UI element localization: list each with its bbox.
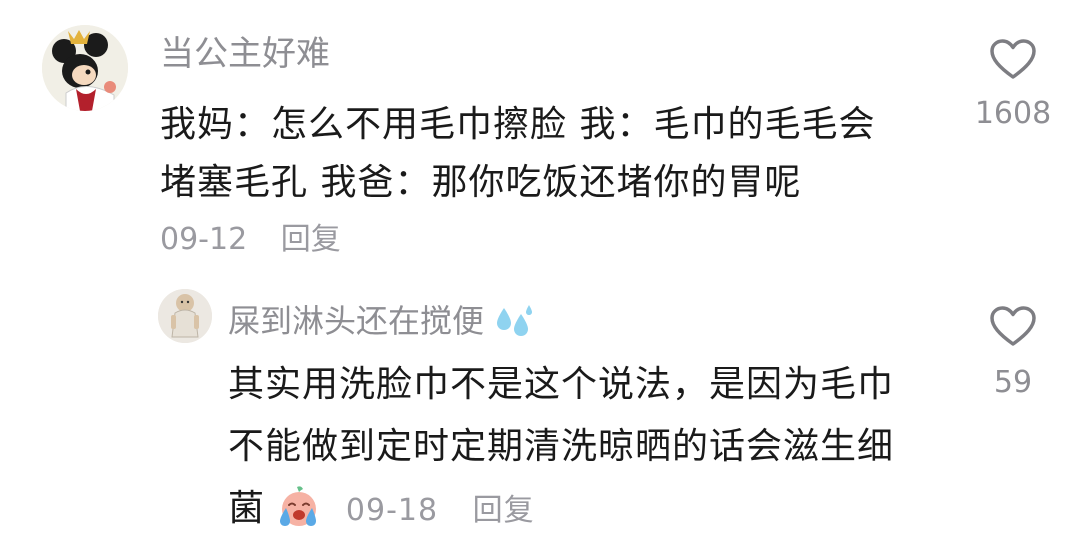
- comment-text-line: 不能做到定时定期清洗晾晒的话会滋生细: [228, 426, 895, 467]
- comment-text: 其实用洗脸巾不是这个说法，是因为毛巾 不能做到定时定期清洗晾晒的话会滋生细 菌 …: [228, 354, 894, 548]
- crying-face-icon: [277, 484, 321, 548]
- reply-button[interactable]: 回复: [281, 222, 341, 257]
- comment-text-line-last: 菌 09-18 回复: [228, 478, 894, 548]
- heart-outline-icon[interactable]: [958, 305, 1068, 347]
- username[interactable]: 当公主好难: [160, 26, 330, 75]
- comment-meta: 09-12 回复: [160, 214, 341, 258]
- comment-text-line: 我妈：怎么不用毛巾擦脸 我：毛巾的毛毛会: [160, 104, 876, 145]
- heart-outline-icon[interactable]: [958, 38, 1068, 80]
- comment-date: 09-18: [345, 493, 439, 528]
- like-button[interactable]: 1608: [958, 38, 1068, 131]
- like-count: 1608: [974, 96, 1052, 131]
- doll-avatar-icon: [158, 289, 212, 343]
- comment-text: 我妈：怎么不用毛巾擦脸 我：毛巾的毛毛会 堵塞毛孔 我爸：那你吃饭还堵你的胃呢: [160, 96, 875, 212]
- mickey-princess-avatar-icon: [42, 25, 128, 111]
- reply-button[interactable]: 回复: [473, 493, 535, 528]
- avatar[interactable]: [158, 289, 212, 343]
- username[interactable]: 屎到淋头还在搅便: [228, 296, 534, 348]
- comment-text-line: 其实用洗脸巾不是这个说法，是因为毛巾: [228, 364, 895, 405]
- comment-meta: 09-18 回复: [346, 493, 535, 528]
- avatar[interactable]: [42, 25, 128, 111]
- comment-text-fragment: 菌: [228, 488, 266, 529]
- comment-text-line: 堵塞毛孔 我爸：那你吃饭还堵你的胃呢: [160, 162, 802, 203]
- comment-date: 09-12: [160, 222, 248, 257]
- like-count: 59: [993, 365, 1033, 400]
- username-text: 屎到淋头还在搅便: [228, 302, 485, 340]
- like-button[interactable]: 59: [958, 305, 1068, 400]
- sweat-droplets-icon: [494, 302, 534, 348]
